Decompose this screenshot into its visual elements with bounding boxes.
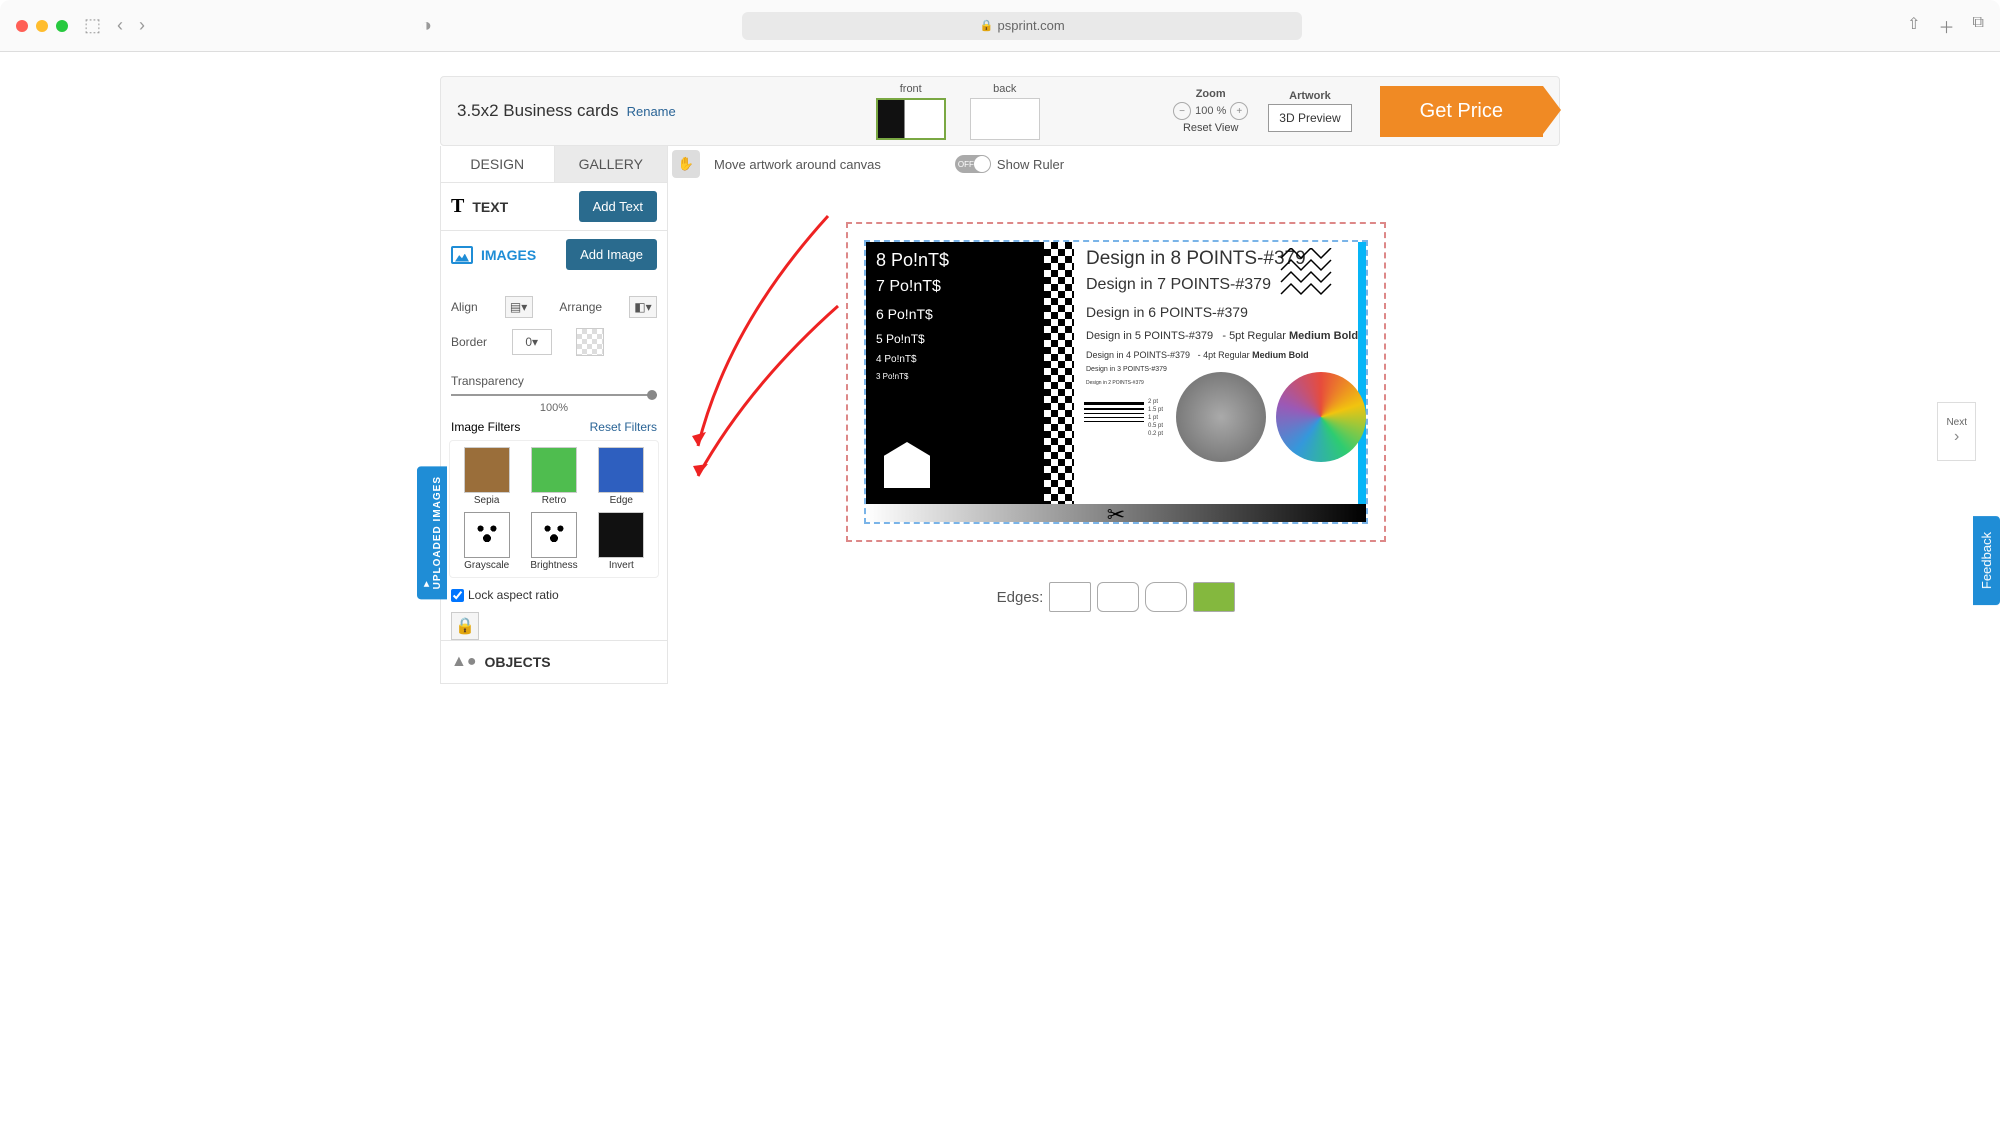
- next-button[interactable]: Next: [1937, 402, 1976, 461]
- zoom-value: 100 %: [1195, 105, 1226, 117]
- page-body: 3.5x2 Business cards Rename front back Z…: [0, 52, 2000, 1147]
- filter-sepia[interactable]: Sepia: [456, 447, 517, 506]
- edge-option-selected[interactable]: [1193, 582, 1235, 612]
- arrange-dropdown[interactable]: ◧▾: [629, 296, 657, 318]
- rename-link[interactable]: Rename: [627, 104, 676, 119]
- filter-retro[interactable]: Retro: [523, 447, 584, 506]
- filter-invert[interactable]: Invert: [591, 512, 652, 571]
- zoom-in-icon[interactable]: +: [1230, 102, 1248, 120]
- border-color-picker[interactable]: [576, 328, 604, 356]
- border-width-select[interactable]: 0 ▾: [512, 329, 552, 355]
- lock-icon[interactable]: 🔒: [451, 612, 479, 640]
- back-icon[interactable]: ‹: [117, 15, 123, 36]
- front-thumbnail[interactable]: [876, 98, 946, 140]
- add-image-button[interactable]: Add Image: [566, 239, 657, 270]
- share-icon[interactable]: ⇧: [1907, 14, 1920, 38]
- address-bar[interactable]: psprint.com: [742, 12, 1302, 40]
- shapes-icon: ▲●: [451, 653, 477, 671]
- browser-chrome: ⬚ ‹ › ◑ psprint.com ⇧ ＋ ⧉: [0, 0, 2000, 52]
- edge-option-rounded-large[interactable]: [1145, 582, 1187, 612]
- back-label: back: [970, 83, 1040, 95]
- align-dropdown[interactable]: ▤▾: [505, 296, 533, 318]
- filter-edge[interactable]: Edge: [591, 447, 652, 506]
- maximize-window[interactable]: [56, 20, 68, 32]
- tabs-icon[interactable]: ⧉: [1973, 14, 1984, 38]
- filter-grayscale[interactable]: Grayscale: [456, 512, 517, 571]
- get-price-button[interactable]: Get Price: [1380, 86, 1543, 137]
- back-thumbnail[interactable]: [970, 98, 1040, 140]
- artboard[interactable]: 8 Po!nT$ 7 Po!nT$ 6 Po!nT$ 5 Po!nT$ 4 Po…: [846, 222, 1386, 542]
- reset-filters-link[interactable]: Reset Filters: [590, 420, 657, 434]
- grayscale-circle-image: [1176, 372, 1266, 462]
- zoom-out-icon[interactable]: −: [1173, 102, 1191, 120]
- edges-row: Edges:: [672, 582, 1560, 612]
- border-label: Border: [451, 335, 487, 349]
- zoom-label: Zoom: [1196, 88, 1226, 100]
- close-window[interactable]: [16, 20, 28, 32]
- minimize-window[interactable]: [36, 20, 48, 32]
- edge-option-rounded-small[interactable]: [1097, 582, 1139, 612]
- feedback-tab[interactable]: Feedback: [1973, 516, 2000, 605]
- edges-label: Edges:: [997, 589, 1044, 606]
- transparency-label: Transparency: [451, 374, 524, 388]
- zigzag-icon: [1276, 248, 1336, 306]
- product-title: 3.5x2 Business cards: [457, 101, 619, 121]
- arrange-label: Arrange: [559, 300, 602, 314]
- artwork-label: Artwork: [1289, 90, 1331, 102]
- show-ruler-label: Show Ruler: [997, 157, 1064, 172]
- preview-3d-button[interactable]: 3D Preview: [1268, 104, 1351, 132]
- lock-aspect-label: Lock aspect ratio: [468, 588, 559, 602]
- ruler-toggle[interactable]: OFF: [955, 155, 991, 173]
- annotation-arrow-2: [688, 296, 858, 496]
- uploaded-images-tab[interactable]: UPLOADED IMAGES: [417, 466, 447, 599]
- card-design[interactable]: 8 Po!nT$ 7 Po!nT$ 6 Po!nT$ 5 Po!nT$ 4 Po…: [864, 240, 1368, 524]
- add-text-button[interactable]: Add Text: [579, 191, 657, 222]
- text-icon: T: [451, 195, 464, 218]
- tab-gallery[interactable]: GALLERY: [555, 146, 668, 182]
- shield-icon[interactable]: ◑: [421, 15, 432, 36]
- transparency-value: 100%: [451, 402, 657, 414]
- left-sidebar: UPLOADED IMAGES DESIGN GALLERY T TEXT Ad…: [440, 146, 668, 684]
- filter-brightness[interactable]: Brightness: [523, 512, 584, 571]
- objects-section-label: OBJECTS: [485, 654, 551, 670]
- sidebar-toggle-icon[interactable]: ⬚: [84, 15, 101, 36]
- front-label: front: [876, 83, 946, 95]
- image-filters-label: Image Filters: [451, 420, 520, 434]
- text-section-label: TEXT: [472, 199, 508, 215]
- edge-option-square[interactable]: [1049, 582, 1091, 612]
- lock-aspect-checkbox[interactable]: [451, 589, 464, 602]
- reset-view-link[interactable]: Reset View: [1183, 122, 1238, 134]
- images-section-label: IMAGES: [481, 247, 536, 263]
- header-bar: 3.5x2 Business cards Rename front back Z…: [440, 76, 1560, 146]
- pan-tool-icon[interactable]: ✋: [672, 150, 700, 178]
- window-controls: [16, 20, 68, 32]
- image-icon: [451, 246, 473, 264]
- move-artwork-label: Move artwork around canvas: [714, 157, 881, 172]
- annotation-arrow-1: [688, 206, 858, 466]
- scissors-icon: ✂: [1107, 502, 1125, 528]
- filter-grid: Sepia Retro Edge Grayscale Brightness In…: [449, 440, 659, 578]
- forward-icon[interactable]: ›: [139, 15, 145, 36]
- new-tab-icon[interactable]: ＋: [1939, 14, 1955, 38]
- align-label: Align: [451, 300, 478, 314]
- transparency-slider[interactable]: [451, 394, 657, 396]
- color-circle-image: [1276, 372, 1366, 462]
- tab-design[interactable]: DESIGN: [441, 146, 555, 182]
- canvas-area: ✋ Move artwork around canvas OFF Show Ru…: [668, 146, 1560, 684]
